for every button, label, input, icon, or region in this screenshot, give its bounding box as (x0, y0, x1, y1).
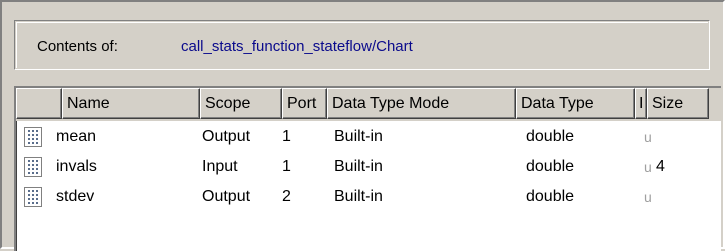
table-row[interactable]: stdev Output 2 Built-in double u (16, 182, 721, 212)
model-explorer-pane: Contents of: call_stats_function_statefl… (0, 0, 725, 251)
column-header-i[interactable]: I (635, 88, 647, 119)
cell-data-type[interactable]: double (526, 152, 574, 182)
column-header-port[interactable]: Port (282, 88, 327, 119)
cell-i[interactable]: u (644, 152, 652, 182)
cell-i[interactable]: u (644, 182, 652, 212)
cell-scope[interactable]: Output (202, 182, 250, 212)
cell-scope[interactable]: Input (202, 152, 238, 182)
cell-size[interactable]: 4 (656, 152, 665, 182)
cell-data-type-mode[interactable]: Built-in (334, 122, 383, 152)
contents-of-label: Contents of: (37, 38, 118, 55)
cell-data-type[interactable]: double (526, 182, 574, 212)
column-header-data-type-mode[interactable]: Data Type Mode (327, 88, 516, 119)
data-icon (24, 157, 42, 177)
cell-name[interactable]: mean (56, 122, 96, 152)
table-row[interactable]: mean Output 1 Built-in double u (16, 122, 721, 152)
cell-data-type[interactable]: double (526, 122, 574, 152)
column-header-data-type[interactable]: Data Type (516, 88, 635, 119)
cell-port[interactable]: 2 (282, 182, 291, 212)
table-row[interactable]: invals Input 1 Built-in double u 4 (16, 152, 721, 182)
cell-name[interactable]: stdev (56, 182, 94, 212)
contents-path-link[interactable]: call_stats_function_stateflow/Chart (181, 38, 413, 55)
column-header-scope[interactable]: Scope (200, 88, 282, 119)
cell-scope[interactable]: Output (202, 122, 250, 152)
data-icon (24, 187, 42, 207)
data-table: Name Scope Port Data Type Mode Data Type… (14, 86, 721, 251)
contents-of-bar: Contents of: call_stats_function_statefl… (14, 20, 710, 70)
cell-name[interactable]: invals (56, 152, 97, 182)
cell-port[interactable]: 1 (282, 122, 291, 152)
column-header-size[interactable]: Size (647, 88, 709, 119)
column-header-icon[interactable] (16, 88, 62, 119)
table-header: Name Scope Port Data Type Mode Data Type… (16, 88, 721, 121)
column-header-name[interactable]: Name (62, 88, 200, 119)
cell-data-type-mode[interactable]: Built-in (334, 152, 383, 182)
data-icon (24, 127, 42, 147)
cell-data-type-mode[interactable]: Built-in (334, 182, 383, 212)
cell-port[interactable]: 1 (282, 152, 291, 182)
cell-i[interactable]: u (644, 122, 652, 152)
